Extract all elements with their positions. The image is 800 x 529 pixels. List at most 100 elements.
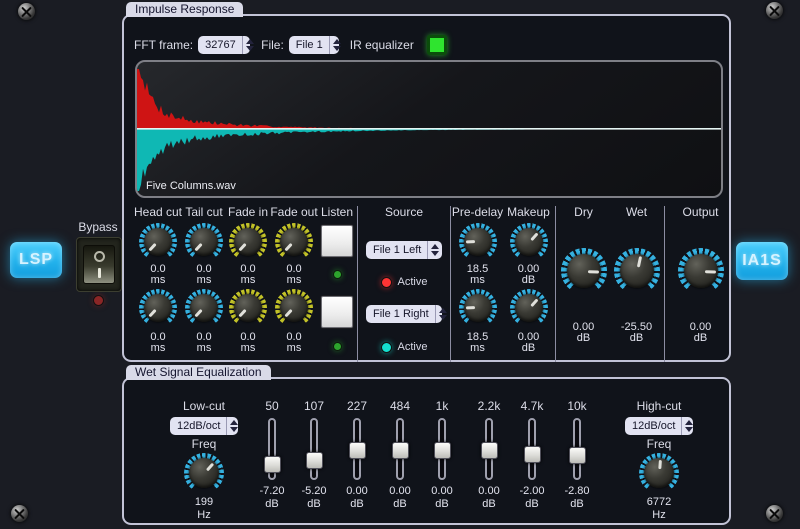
- fade-out-knob-row2[interactable]: [275, 289, 313, 327]
- fade-in-unit-row1: ms: [241, 275, 256, 286]
- head-cut-knob-row2[interactable]: [139, 289, 177, 327]
- makeup-column: Makeup 0.00 dB 0.00 dB: [503, 206, 554, 362]
- eq-band-unit: dB: [482, 499, 495, 510]
- source-select-left[interactable]: File 1 Left: [366, 241, 442, 259]
- spinner-arrows-icon: [242, 36, 257, 54]
- fade-out-column: Fade out 0.0 ms 0.0 ms: [270, 206, 318, 362]
- wet-unit: dB: [630, 333, 643, 344]
- bypass-switch[interactable]: [76, 237, 122, 292]
- source-select-right-value: File 1 Right: [373, 308, 435, 320]
- eq-band-107: 107 -5.20 dB: [294, 400, 334, 510]
- head-cut-unit-row1: ms: [151, 275, 166, 286]
- waveform-filename: Five Columns.wav: [146, 180, 236, 192]
- fade-in-knob-row1[interactable]: [229, 223, 267, 261]
- low-cut-freq-knob[interactable]: [184, 453, 224, 493]
- eq-band-value: -2.00: [519, 486, 544, 497]
- head-cut-knob-row1[interactable]: [139, 223, 177, 261]
- model-badge: IA1S: [736, 242, 788, 280]
- head-cut-label: Head cut: [134, 206, 182, 219]
- eq-band-slider-50[interactable]: [252, 418, 292, 480]
- impulse-response-tab: Impulse Response: [126, 2, 243, 17]
- fade-out-knob-row1[interactable]: [275, 223, 313, 261]
- source-select-right[interactable]: File 1 Right: [366, 305, 442, 323]
- eq-band-value: 0.00: [346, 486, 367, 497]
- eq-band-slider-107[interactable]: [294, 418, 334, 480]
- eq-band-freq-label: 50: [265, 400, 278, 413]
- pre-delay-label: Pre-delay: [452, 206, 503, 219]
- low-cut-slope-value: 12dB/oct: [177, 420, 226, 432]
- low-cut-freq-value: 199: [195, 497, 213, 508]
- makeup-knob-row1[interactable]: [510, 223, 548, 261]
- listen-label: Listen: [321, 206, 353, 219]
- eq-band-slider-10k[interactable]: [557, 418, 597, 480]
- screw-icon: [766, 505, 783, 522]
- spinner-arrows-icon: [226, 417, 241, 435]
- eq-band-value: 0.00: [389, 486, 410, 497]
- high-cut-slope-spinner[interactable]: 12dB/oct: [625, 417, 693, 435]
- pre-delay-knob-row2[interactable]: [459, 289, 497, 327]
- eq-band-value: 0.00: [478, 486, 499, 497]
- eq-band-slider-484[interactable]: [380, 418, 420, 480]
- eq-band-unit: dB: [435, 499, 448, 510]
- eq-band-slider-227[interactable]: [337, 418, 377, 480]
- low-cut-slope-spinner[interactable]: 12dB/oct: [170, 417, 238, 435]
- file-spinner[interactable]: File 1: [289, 36, 339, 54]
- impulse-response-panel: Impulse Response FFT frame: 32767 File: …: [122, 14, 731, 362]
- controls-row: Head cut 0.0 ms 0.0 ms Tail cut 0.0 ms 0…: [134, 206, 735, 362]
- pre-delay-knob-row1[interactable]: [459, 223, 497, 261]
- listen-button-row1[interactable]: [321, 225, 353, 257]
- high-cut-freq-value: 6772: [647, 497, 671, 508]
- output-knob[interactable]: [678, 248, 724, 294]
- wet-eq-panel: Wet Signal Equalization Low-cut 12dB/oct…: [122, 377, 731, 525]
- listen-led-row1: [333, 270, 342, 279]
- wet-knob[interactable]: [614, 248, 660, 294]
- active-indicator-left: Active: [381, 276, 428, 288]
- eq-band-freq-label: 107: [304, 400, 324, 413]
- listen-column: Listen: [318, 206, 356, 362]
- dry-knob[interactable]: [561, 248, 607, 294]
- tail-cut-knob-row1[interactable]: [185, 223, 223, 261]
- source-column: Source File 1 Left Active File 1 Right A…: [359, 206, 449, 362]
- fft-frame-value: 32767: [205, 39, 242, 51]
- pre-delay-column: Pre-delay 18.5 ms 18.5 ms: [452, 206, 503, 362]
- eq-band-freq-label: 10k: [567, 400, 586, 413]
- pre-delay-unit-row1: ms: [470, 275, 485, 286]
- eq-band-10k: 10k -2.80 dB: [557, 400, 597, 510]
- eq-band-freq-label: 227: [347, 400, 367, 413]
- spinner-arrows-icon: [681, 417, 696, 435]
- active-indicator-right: Active: [381, 341, 428, 353]
- eq-band-freq-label: 484: [390, 400, 410, 413]
- divider: [555, 206, 556, 362]
- fade-in-knob-row2[interactable]: [229, 289, 267, 327]
- waveform-svg: [137, 62, 721, 196]
- head-cut-column: Head cut 0.0 ms 0.0 ms: [134, 206, 182, 362]
- ir-equalizer-led[interactable]: [427, 35, 447, 55]
- makeup-knob-row2[interactable]: [510, 289, 548, 327]
- makeup-unit-row1: dB: [522, 275, 535, 286]
- wet-label: Wet: [626, 206, 647, 219]
- eq-band-227: 227 0.00 dB: [337, 400, 377, 510]
- eq-band-slider-4.7k[interactable]: [512, 418, 552, 480]
- eq-band-freq-label: 1k: [436, 400, 449, 413]
- tail-cut-column: Tail cut 0.0 ms 0.0 ms: [182, 206, 226, 362]
- eq-band-unit: dB: [525, 499, 538, 510]
- fade-in-column: Fade in 0.0 ms 0.0 ms: [226, 206, 270, 362]
- dry-label: Dry: [574, 206, 593, 219]
- tail-cut-knob-row2[interactable]: [185, 289, 223, 327]
- tail-cut-label: Tail cut: [185, 206, 222, 219]
- fade-out-label: Fade out: [270, 206, 317, 219]
- divider: [664, 206, 665, 362]
- eq-band-freq-label: 4.7k: [521, 400, 544, 413]
- fade-in-unit-row2: ms: [241, 343, 256, 354]
- listen-led-row2: [333, 342, 342, 351]
- wet-column: Wet -25.50 dB: [610, 206, 663, 362]
- switch-on-icon: [98, 268, 101, 278]
- listen-button-row2[interactable]: [321, 296, 353, 328]
- eq-band-unit: dB: [393, 499, 406, 510]
- waveform-display: Five Columns.wav: [135, 60, 723, 198]
- high-cut-freq-knob[interactable]: [639, 453, 679, 493]
- file-value: File 1: [296, 39, 329, 51]
- eq-band-slider-1k[interactable]: [422, 418, 462, 480]
- fft-frame-spinner[interactable]: 32767: [198, 36, 250, 54]
- eq-band-slider-2.2k[interactable]: [469, 418, 509, 480]
